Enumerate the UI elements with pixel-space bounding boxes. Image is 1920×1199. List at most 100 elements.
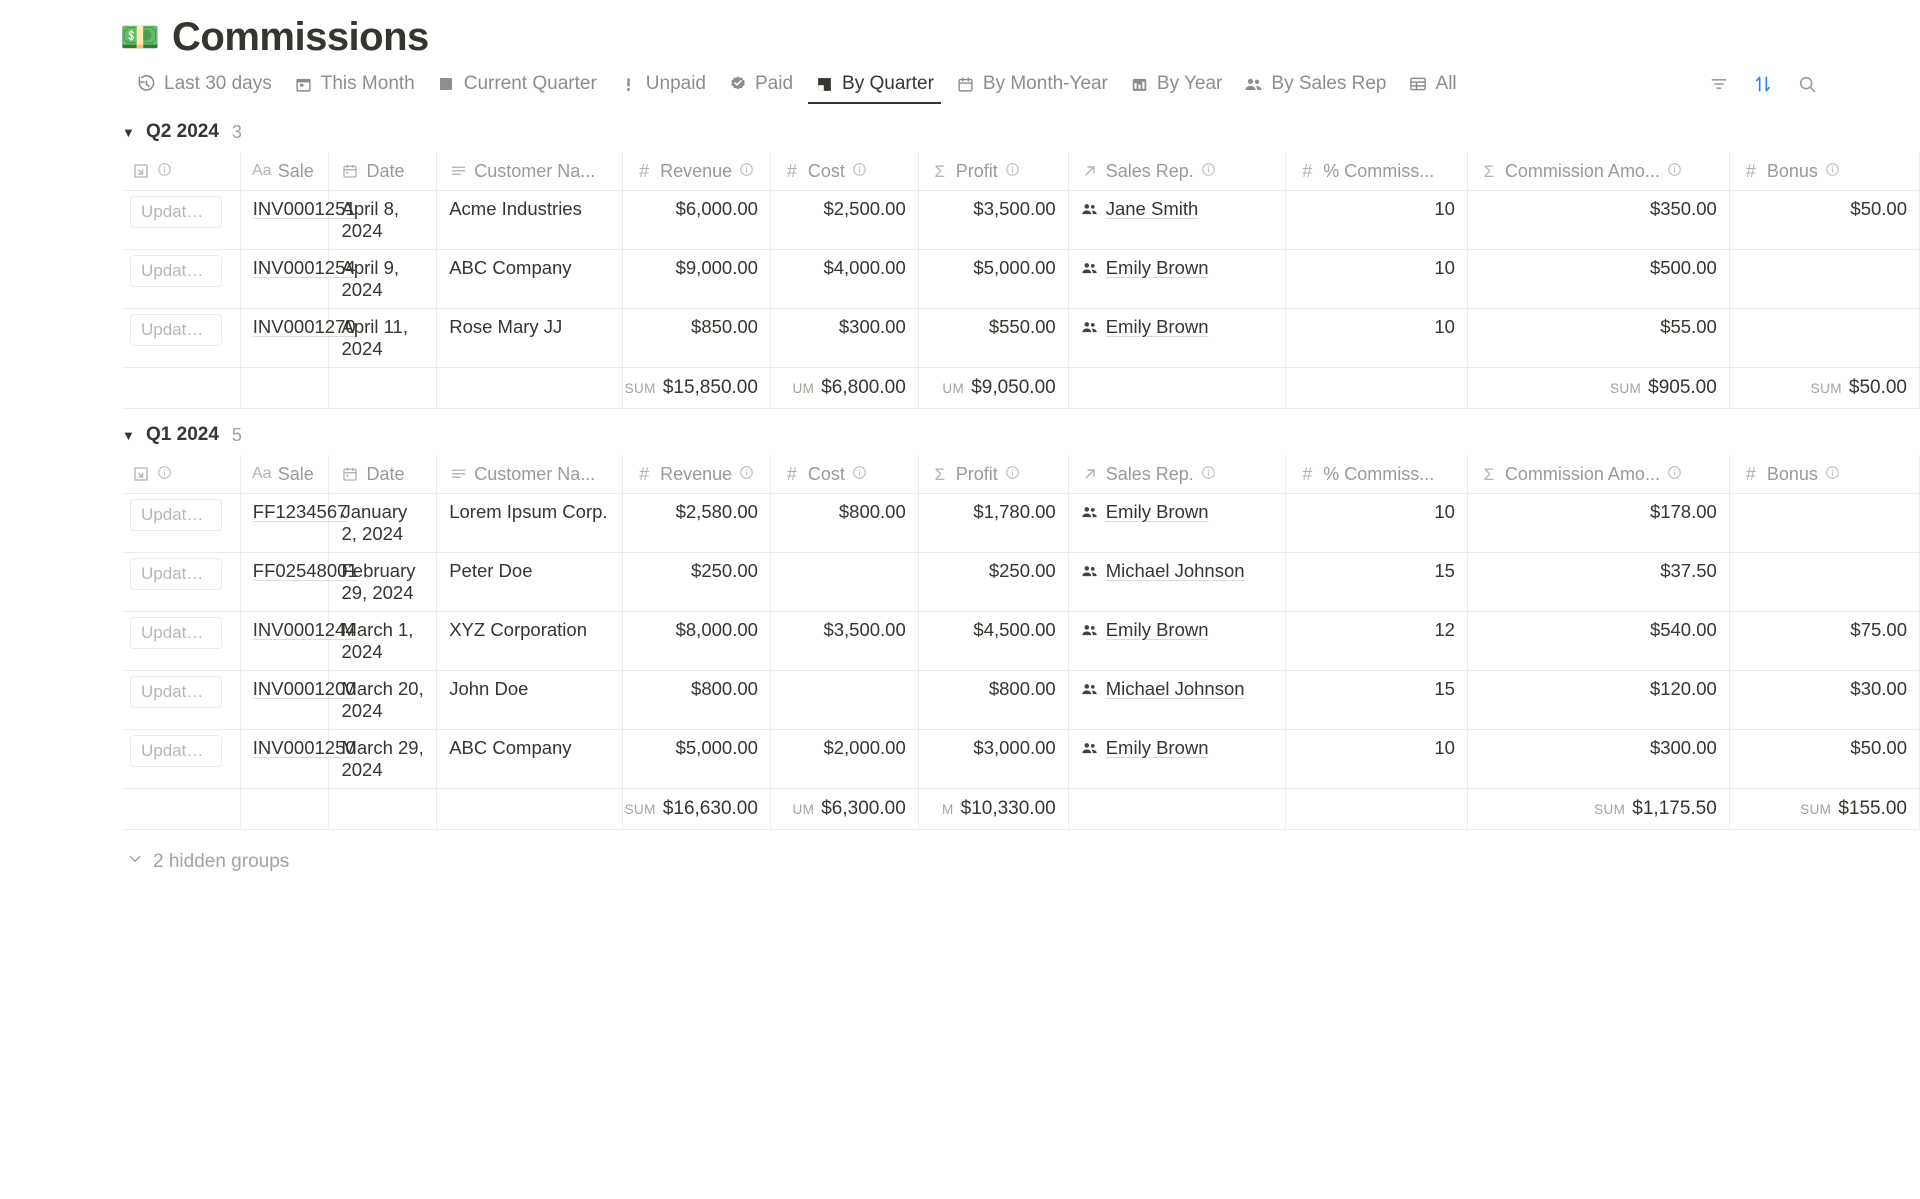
cell-amt[interactable]: $540.00 (1467, 611, 1730, 671)
cell-sale[interactable]: INV0001200 (240, 670, 356, 730)
summary-amt[interactable]: SUM $905.00 (1467, 367, 1730, 409)
sales-rep-relation[interactable]: Michael Johnson (1081, 678, 1245, 700)
summary-empty[interactable] (1068, 788, 1287, 830)
column-header-rep[interactable]: Sales Rep. (1068, 152, 1287, 191)
summary-cost[interactable]: UM $6,300.00 (770, 788, 919, 830)
info-icon[interactable] (1667, 464, 1682, 485)
tab-by-quarter[interactable]: By Quarter (804, 64, 945, 104)
cell-customer-name[interactable]: Peter Doe (436, 552, 624, 612)
tab-by-sales-rep[interactable]: By Sales Rep (1233, 64, 1397, 104)
cell-sales-rep[interactable]: Emily Brown (1068, 308, 1287, 368)
cell-pct[interactable]: 10 (1285, 190, 1468, 250)
sort-icon[interactable] (1752, 73, 1774, 95)
cell-rev[interactable]: $2,580.00 (622, 493, 771, 553)
cell-prof[interactable]: $800.00 (918, 670, 1069, 730)
info-icon[interactable] (1201, 464, 1216, 485)
cell-sales-rep[interactable]: Emily Brown (1068, 611, 1287, 671)
column-header-bon[interactable]: # Bonus (1729, 152, 1920, 191)
column-header-pct[interactable]: # % Commiss... (1285, 455, 1468, 494)
cell-sales-rep[interactable]: Emily Brown (1068, 249, 1287, 309)
update-as-button[interactable]: Update as ... (130, 676, 222, 708)
column-header-rev[interactable]: # Revenue (622, 455, 771, 494)
info-icon[interactable] (1825, 464, 1840, 485)
sales-rep-relation[interactable]: Emily Brown (1081, 737, 1209, 759)
tab-by-month-year[interactable]: By Month-Year (945, 64, 1119, 104)
tab-this-month[interactable]: This Month (283, 64, 426, 104)
cell-customer-name[interactable]: ABC Company (436, 249, 624, 309)
summary-empty[interactable] (1068, 367, 1287, 409)
column-header-prof[interactable]: Σ Profit (918, 455, 1069, 494)
cell-date[interactable]: March 1, 2024 (328, 611, 438, 671)
cell-customer-name[interactable]: Lorem Ipsum Corp. (436, 493, 624, 553)
cell-cost[interactable]: $3,500.00 (770, 611, 919, 671)
cell-amt[interactable]: $37.50 (1467, 552, 1730, 612)
info-icon[interactable] (739, 161, 754, 182)
group-collapse-caret[interactable]: ▼ (122, 429, 136, 442)
column-header-amt[interactable]: Σ Commission Amo... (1467, 152, 1730, 191)
cell-bon[interactable] (1729, 308, 1920, 368)
group-collapse-caret[interactable]: ▼ (122, 126, 136, 139)
cell-prof[interactable]: $1,780.00 (918, 493, 1069, 553)
summary-cost[interactable]: UM $6,800.00 (770, 367, 919, 409)
cell-customer-name[interactable]: ABC Company (436, 729, 624, 789)
info-icon[interactable] (1825, 161, 1840, 182)
cell-cost[interactable]: $800.00 (770, 493, 919, 553)
sales-rep-relation[interactable]: Emily Brown (1081, 619, 1209, 641)
cell-bon[interactable] (1729, 493, 1920, 553)
cell-cost[interactable]: $2,500.00 (770, 190, 919, 250)
column-header-date[interactable]: Date (328, 152, 438, 191)
cell-sale[interactable]: INV0001250 (240, 729, 356, 789)
info-icon[interactable] (852, 161, 867, 182)
column-header-open[interactable] (122, 152, 241, 191)
column-header-sale[interactable]: Aa Sale (240, 455, 330, 494)
cell-sale[interactable]: INV0001270 (240, 308, 356, 368)
cell-sale[interactable]: FF1234567 (240, 493, 347, 553)
cell-prof[interactable]: $3,500.00 (918, 190, 1069, 250)
cell-date[interactable]: April 8, 2024 (328, 190, 438, 250)
sale-link[interactable]: INV0001200 (253, 678, 356, 700)
sales-rep-relation[interactable]: Emily Brown (1081, 501, 1209, 523)
cell-cost[interactable] (770, 552, 919, 612)
cell-rev[interactable]: $9,000.00 (622, 249, 771, 309)
column-header-rev[interactable]: # Revenue (622, 152, 771, 191)
cell-pct[interactable]: 12 (1285, 611, 1468, 671)
cell-sale[interactable]: INV0001251 (240, 190, 356, 250)
column-header-cost[interactable]: # Cost (770, 455, 919, 494)
table-row[interactable]: Update as ... INV0001251April 8, 2024 Acme… (122, 190, 1920, 250)
summary-empty[interactable] (122, 367, 241, 409)
cell-customer-name[interactable]: Acme Industries (436, 190, 624, 250)
info-icon[interactable] (1667, 161, 1682, 182)
column-header-date[interactable]: Date (328, 455, 438, 494)
summary-empty[interactable] (436, 367, 624, 409)
cell-rev[interactable]: $250.00 (622, 552, 771, 612)
cell-rev[interactable]: $6,000.00 (622, 190, 771, 250)
tab-last-30-days[interactable]: Last 30 days (126, 64, 283, 104)
info-icon[interactable] (852, 464, 867, 485)
info-icon[interactable] (157, 464, 172, 485)
sale-link[interactable]: FF1234567 (253, 501, 348, 523)
sales-rep-relation[interactable]: Michael Johnson (1081, 560, 1245, 582)
cell-bon[interactable]: $50.00 (1729, 190, 1920, 250)
cell-customer-name[interactable]: XYZ Corporation (436, 611, 624, 671)
cell-pct[interactable]: 10 (1285, 249, 1468, 309)
table-row[interactable]: Update as ... FF02548001February 29, 2024… (122, 552, 1920, 612)
column-header-prof[interactable]: Σ Profit (918, 152, 1069, 191)
info-icon[interactable] (739, 464, 754, 485)
cell-date[interactable]: March 29, 2024 (328, 729, 438, 789)
summary-empty[interactable] (1285, 367, 1468, 409)
cell-cost[interactable]: $300.00 (770, 308, 919, 368)
tab-by-year[interactable]: By Year (1119, 64, 1234, 104)
summary-empty[interactable] (436, 788, 624, 830)
cell-bon[interactable]: $30.00 (1729, 670, 1920, 730)
table-row[interactable]: Update as ... INV0001254April 9, 2024 ABC … (122, 249, 1920, 309)
summary-empty[interactable] (240, 788, 330, 830)
cell-date[interactable]: January 2, 2024 (328, 493, 438, 553)
summary-amt[interactable]: SUM $1,175.50 (1467, 788, 1730, 830)
cell-prof[interactable]: $4,500.00 (918, 611, 1069, 671)
cell-date[interactable]: February 29, 2024 (328, 552, 438, 612)
info-icon[interactable] (1005, 161, 1020, 182)
search-icon[interactable] (1796, 73, 1818, 95)
cell-amt[interactable]: $500.00 (1467, 249, 1730, 309)
cell-prof[interactable]: $250.00 (918, 552, 1069, 612)
tab-all[interactable]: All (1398, 64, 1468, 104)
